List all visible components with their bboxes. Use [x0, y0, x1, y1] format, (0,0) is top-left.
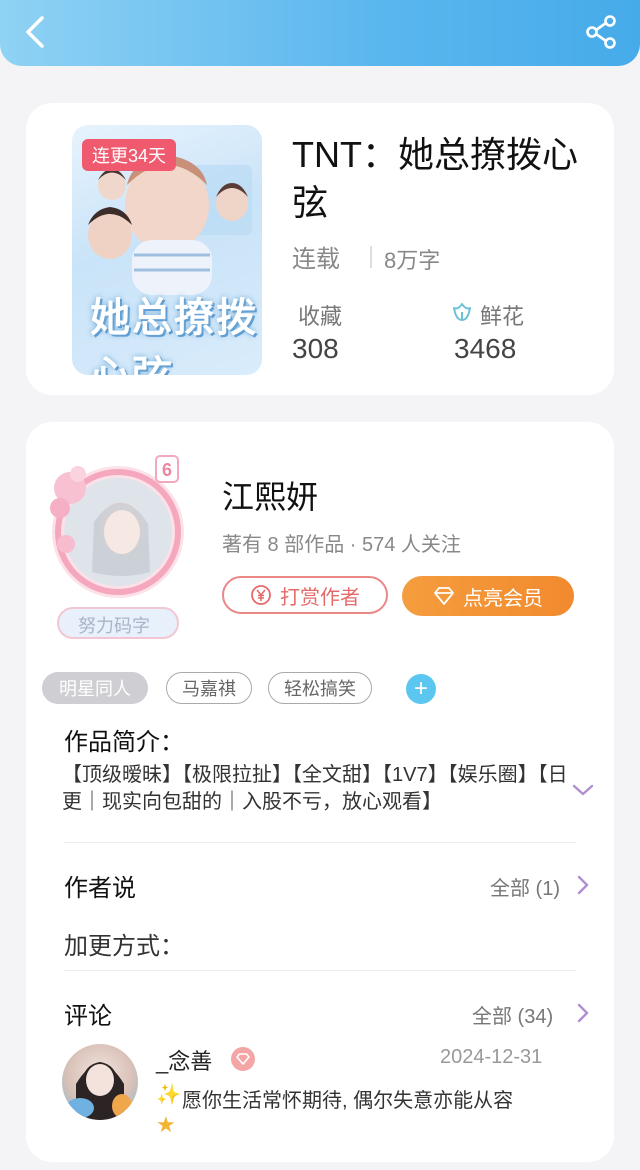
- yen-coin-icon: [251, 585, 271, 605]
- add-tag-icon[interactable]: +: [406, 674, 436, 704]
- word-count: 8万字: [384, 248, 441, 273]
- author-avatar[interactable]: 6 努力码字: [38, 452, 198, 642]
- author-detail-card: 6 努力码字 江熙妍 著有 8 部作品 · 574 人关注 打赏作者 点亮会员 …: [26, 422, 614, 1162]
- avatar-motto: 努力码字: [78, 616, 150, 636]
- chevron-right-icon[interactable]: [576, 1002, 590, 1024]
- commenter-avatar[interactable]: [62, 1044, 138, 1120]
- comment-date: 2024-12-31: [440, 1046, 543, 1068]
- favorites-label: 收藏: [298, 304, 343, 329]
- commenter-name[interactable]: _念善: [156, 1044, 212, 1076]
- star-icon: ★: [156, 1112, 176, 1137]
- comments-all-link[interactable]: 全部 (34): [472, 1000, 553, 1029]
- flower-icon: [453, 303, 471, 321]
- author-says-title: 作者说: [64, 875, 136, 902]
- divider: [64, 970, 576, 971]
- header-bar: [0, 0, 640, 66]
- vip-badge-icon: [231, 1047, 255, 1071]
- update-streak-badge: 连更34天: [82, 139, 177, 171]
- sparkle-icon: ✨: [156, 1084, 181, 1106]
- chevron-right-icon[interactable]: [576, 874, 590, 896]
- intro-title: 作品简介：: [64, 729, 184, 756]
- cover-title-art: 她总撩拨心弦: [90, 296, 258, 375]
- back-arrow-icon[interactable]: [20, 14, 52, 50]
- diamond-icon: [434, 587, 454, 605]
- comment-text: 愿你生活常怀期待, 偶尔失意亦能从容: [182, 1090, 514, 1112]
- tag-item[interactable]: 轻松搞笑: [268, 672, 372, 704]
- author-says-content: 加更方式：: [64, 933, 184, 960]
- book-info-card: 连更34天 她总撩拨心弦 TNT：她总撩拨心弦 连载 8万字 收藏 308 鲜花…: [26, 103, 614, 395]
- commenter-avatar-image: [66, 1062, 132, 1120]
- author-name[interactable]: 江熙妍: [222, 472, 318, 518]
- light-vip-button[interactable]: 点亮会员: [402, 576, 574, 616]
- share-icon[interactable]: [584, 14, 618, 50]
- divider: [64, 842, 576, 843]
- tip-author-label: 打赏作者: [280, 586, 360, 609]
- tag-item[interactable]: 明星同人: [42, 672, 148, 704]
- author-stats: 著有 8 部作品 · 574 人关注: [222, 534, 461, 556]
- tag-item[interactable]: 马嘉祺: [166, 672, 252, 704]
- book-cover[interactable]: 连更34天 她总撩拨心弦: [72, 125, 262, 375]
- tip-author-button[interactable]: 打赏作者: [222, 576, 388, 614]
- intro-text: 【顶级暧昧】【极限拉扯】【全文甜】【1V7】【娱乐圈】【日更｜现实向包甜的｜入股…: [62, 764, 568, 813]
- flowers-count: 3468: [454, 333, 517, 364]
- favorites-count: 308: [292, 333, 339, 364]
- serial-status: 连载: [292, 246, 340, 273]
- light-vip-label: 点亮会员: [463, 587, 543, 610]
- divider: [370, 246, 372, 268]
- comments-title: 评论: [64, 1003, 112, 1030]
- chevron-down-icon[interactable]: [570, 780, 596, 800]
- book-title: TNT：她总撩拨心弦: [292, 134, 578, 223]
- flowers-label: 鲜花: [480, 304, 525, 329]
- author-says-all-link[interactable]: 全部 (1): [490, 872, 560, 901]
- avatar-level-badge: 6: [162, 460, 173, 480]
